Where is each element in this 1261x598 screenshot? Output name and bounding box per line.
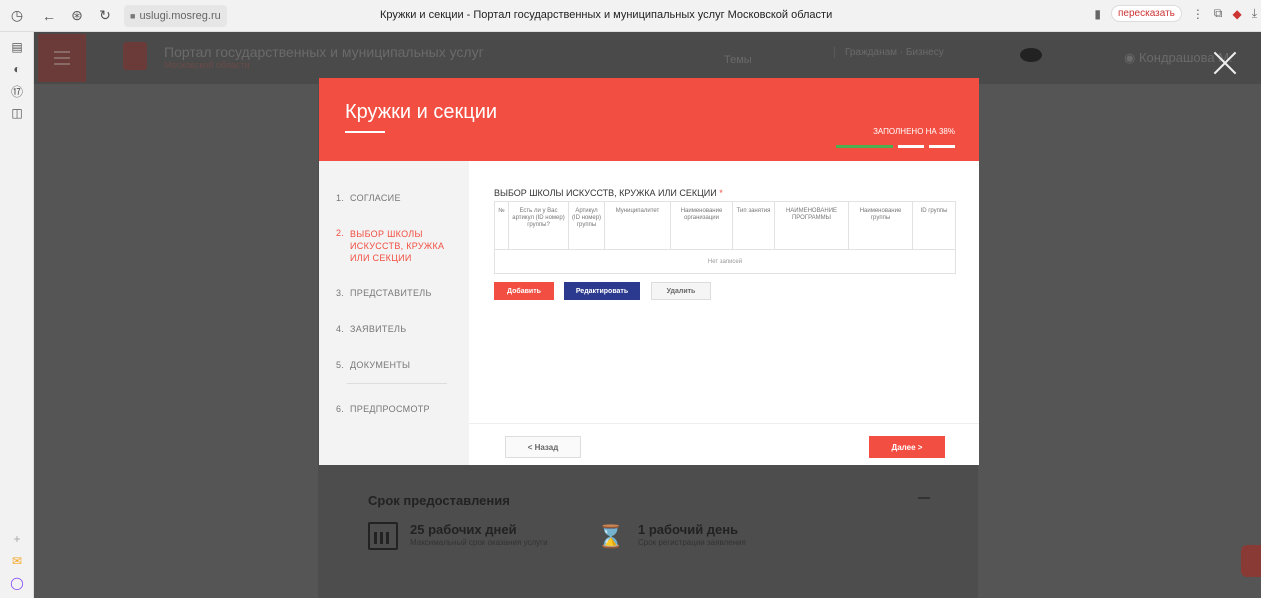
tab-title: Кружки и секции - Портал государственных… bbox=[380, 9, 833, 21]
col-activity-type[interactable]: Тип занятия bbox=[733, 202, 775, 249]
step-num: 2. bbox=[336, 228, 345, 238]
calendar-icon-term bbox=[368, 522, 398, 550]
groups-table: № Есть ли у Вас артикул (ID номер) групп… bbox=[494, 201, 956, 274]
mail-icon[interactable]: ✉ bbox=[0, 550, 34, 572]
download-icon[interactable]: ⤓ bbox=[1252, 6, 1257, 21]
step-num: 5. bbox=[336, 360, 345, 370]
term-title: Срок предоставления bbox=[368, 493, 510, 508]
term2-value: 1 рабочий день bbox=[638, 522, 739, 537]
col-group-id[interactable]: ID группы bbox=[913, 202, 955, 249]
step-num: 3. bbox=[336, 288, 345, 298]
address-text: uslugi.mosreg.ru bbox=[139, 9, 221, 22]
close-icon[interactable] bbox=[1212, 50, 1238, 76]
collapse-icon[interactable] bbox=[918, 497, 930, 499]
progress-text: ЗАПОЛНЕНО НА 38% bbox=[873, 127, 955, 136]
add-button[interactable]: Добавить bbox=[494, 282, 554, 300]
required-mark: * bbox=[719, 188, 723, 198]
chat-button[interactable] bbox=[1241, 545, 1261, 577]
menu-dots-icon[interactable]: ⋮ bbox=[1192, 7, 1204, 21]
col-organization[interactable]: Наименование организации bbox=[671, 202, 733, 249]
portal-title[interactable]: Портал государственных и муниципальных у… bbox=[164, 44, 484, 70]
step-label: ЗАЯВИТЕЛЬ bbox=[350, 324, 407, 334]
step-documents[interactable]: 5. ДОКУМЕНТЫ bbox=[336, 360, 410, 370]
add-panel-icon[interactable]: + bbox=[0, 528, 34, 550]
progress-segment-empty bbox=[898, 145, 924, 148]
next-button[interactable]: Далее > bbox=[869, 436, 945, 458]
progress-segment-filled bbox=[836, 145, 893, 148]
step-applicant[interactable]: 4. ЗАЯВИТЕЛЬ bbox=[336, 324, 406, 334]
term1-sub: Максимальный срок оказания услуги bbox=[410, 538, 548, 547]
step-label: СОГЛАСИЕ bbox=[350, 193, 401, 203]
step-num: 4. bbox=[336, 324, 345, 334]
empty-row: Нет записей bbox=[495, 249, 955, 273]
modal-title: Кружки и секции bbox=[345, 101, 498, 123]
modal-header: Кружки и секции ЗАПОЛНЕНО НА 38% bbox=[319, 78, 979, 161]
term2-sub: Срок регистрации заявления bbox=[638, 538, 746, 547]
browser-sidebar: ▤ ◐ ⑰ ◫ + ✉ ◯ bbox=[0, 32, 34, 598]
portal-title-text: Портал государственных и муниципальных у… bbox=[164, 44, 484, 60]
title-underline bbox=[345, 131, 385, 133]
hourglass-icon: ⌛ bbox=[597, 524, 625, 549]
edit-button[interactable]: Редактировать bbox=[564, 282, 640, 300]
delete-button[interactable]: Удалить bbox=[651, 282, 711, 300]
protect-icon[interactable]: ⊛ bbox=[66, 5, 88, 27]
notes-icon[interactable]: ▤ bbox=[0, 36, 34, 58]
bookmark-icon[interactable]: ▮ bbox=[1094, 7, 1101, 21]
accessibility-eye-icon[interactable] bbox=[1020, 48, 1042, 62]
col-number[interactable]: № bbox=[495, 202, 509, 249]
modal-dialog: Кружки и секции ЗАПОЛНЕНО НА 38% 1. СОГЛА… bbox=[319, 78, 979, 465]
modal-footer: < Назад Далее > bbox=[469, 423, 979, 465]
site-header: Портал государственных и муниципальных у… bbox=[34, 32, 1261, 84]
step-label: ПРЕДПРОСМОТР bbox=[350, 404, 430, 414]
section-title-text: ВЫБОР ШКОЛЫ ИСКУССТВ, КРУЖКА ИЛИ СЕКЦИИ bbox=[494, 188, 717, 198]
alice-icon[interactable]: ◯ bbox=[0, 572, 34, 594]
step-representative[interactable]: 3. ПРЕДСТАВИТЕЛЬ bbox=[336, 288, 432, 298]
progress-segment-empty bbox=[929, 145, 955, 148]
reload-icon[interactable]: ↻ bbox=[94, 5, 116, 27]
step-consent[interactable]: 1. СОГЛАСИЕ bbox=[336, 193, 401, 203]
col-has-article[interactable]: Есть ли у Вас артикул (ID номер) группы? bbox=[509, 202, 569, 249]
col-municipality[interactable]: Муниципалитет bbox=[605, 202, 671, 249]
portal-subtitle: Московской области bbox=[164, 60, 250, 70]
col-article[interactable]: Артикул (ID номер) группы bbox=[569, 202, 605, 249]
section-title: ВЫБОР ШКОЛЫ ИСКУССТВ, КРУЖКА ИЛИ СЕКЦИИ … bbox=[494, 188, 723, 198]
lock-icon: ■ bbox=[130, 10, 136, 21]
player-icon[interactable]: ◐ bbox=[0, 58, 34, 80]
step-label: ПРЕДСТАВИТЕЛЬ bbox=[350, 288, 432, 298]
messenger-icon[interactable]: ◫ bbox=[0, 102, 34, 124]
themes-link[interactable]: Темы bbox=[724, 54, 752, 66]
coat-of-arms-icon bbox=[123, 42, 147, 70]
col-program[interactable]: НАИМЕНОВАНИЕ ПРОГРАММЫ bbox=[775, 202, 849, 249]
retell-button[interactable]: пересказать bbox=[1111, 5, 1182, 22]
progress-bar bbox=[836, 145, 955, 148]
back-icon[interactable]: ← bbox=[38, 5, 60, 27]
term1-value: 25 рабочих дней bbox=[410, 522, 517, 537]
col-group-name[interactable]: Наименование группы bbox=[849, 202, 913, 249]
steps-sidebar: 1. СОГЛАСИЕ 2. ВЫБОР ШКОЛЫ ИСКУССТВ, КРУЖК… bbox=[319, 161, 469, 465]
calendar-icon[interactable]: ⑰ bbox=[0, 80, 34, 102]
collections-icon[interactable]: ⧉ bbox=[1214, 6, 1223, 21]
step-label: ВЫБОР ШКОЛЫ ИСКУССТВ, КРУЖКА ИЛИ СЕКЦИИ bbox=[350, 229, 445, 263]
step-num: 1. bbox=[336, 193, 345, 203]
history-icon[interactable]: ◷ bbox=[6, 5, 28, 27]
audience-switch[interactable]: Гражданам · Бизнесу bbox=[834, 47, 944, 58]
retell-label: пересказать bbox=[1118, 8, 1175, 19]
back-button[interactable]: < Назад bbox=[505, 436, 581, 458]
step-num: 6. bbox=[336, 404, 345, 414]
step-label: ДОКУМЕНТЫ bbox=[350, 360, 411, 370]
table-header: № Есть ли у Вас артикул (ID номер) групп… bbox=[495, 202, 955, 249]
browser-toolbar: ◷ ← ⊛ ↻ ■ uslugi.mosreg.ru Кружки и секц… bbox=[0, 0, 1261, 32]
address-bar[interactable]: ■ uslugi.mosreg.ru bbox=[124, 4, 227, 27]
step-preview[interactable]: 6. ПРЕДПРОСМОТР bbox=[336, 404, 430, 414]
step-choice[interactable]: 2. ВЫБОР ШКОЛЫ ИСКУССТВ, КРУЖКА ИЛИ СЕКЦИ… bbox=[336, 228, 460, 264]
extension-icon[interactable]: ◆ bbox=[1232, 7, 1241, 21]
hamburger-menu-icon[interactable] bbox=[38, 34, 86, 82]
steps-divider bbox=[347, 383, 447, 384]
